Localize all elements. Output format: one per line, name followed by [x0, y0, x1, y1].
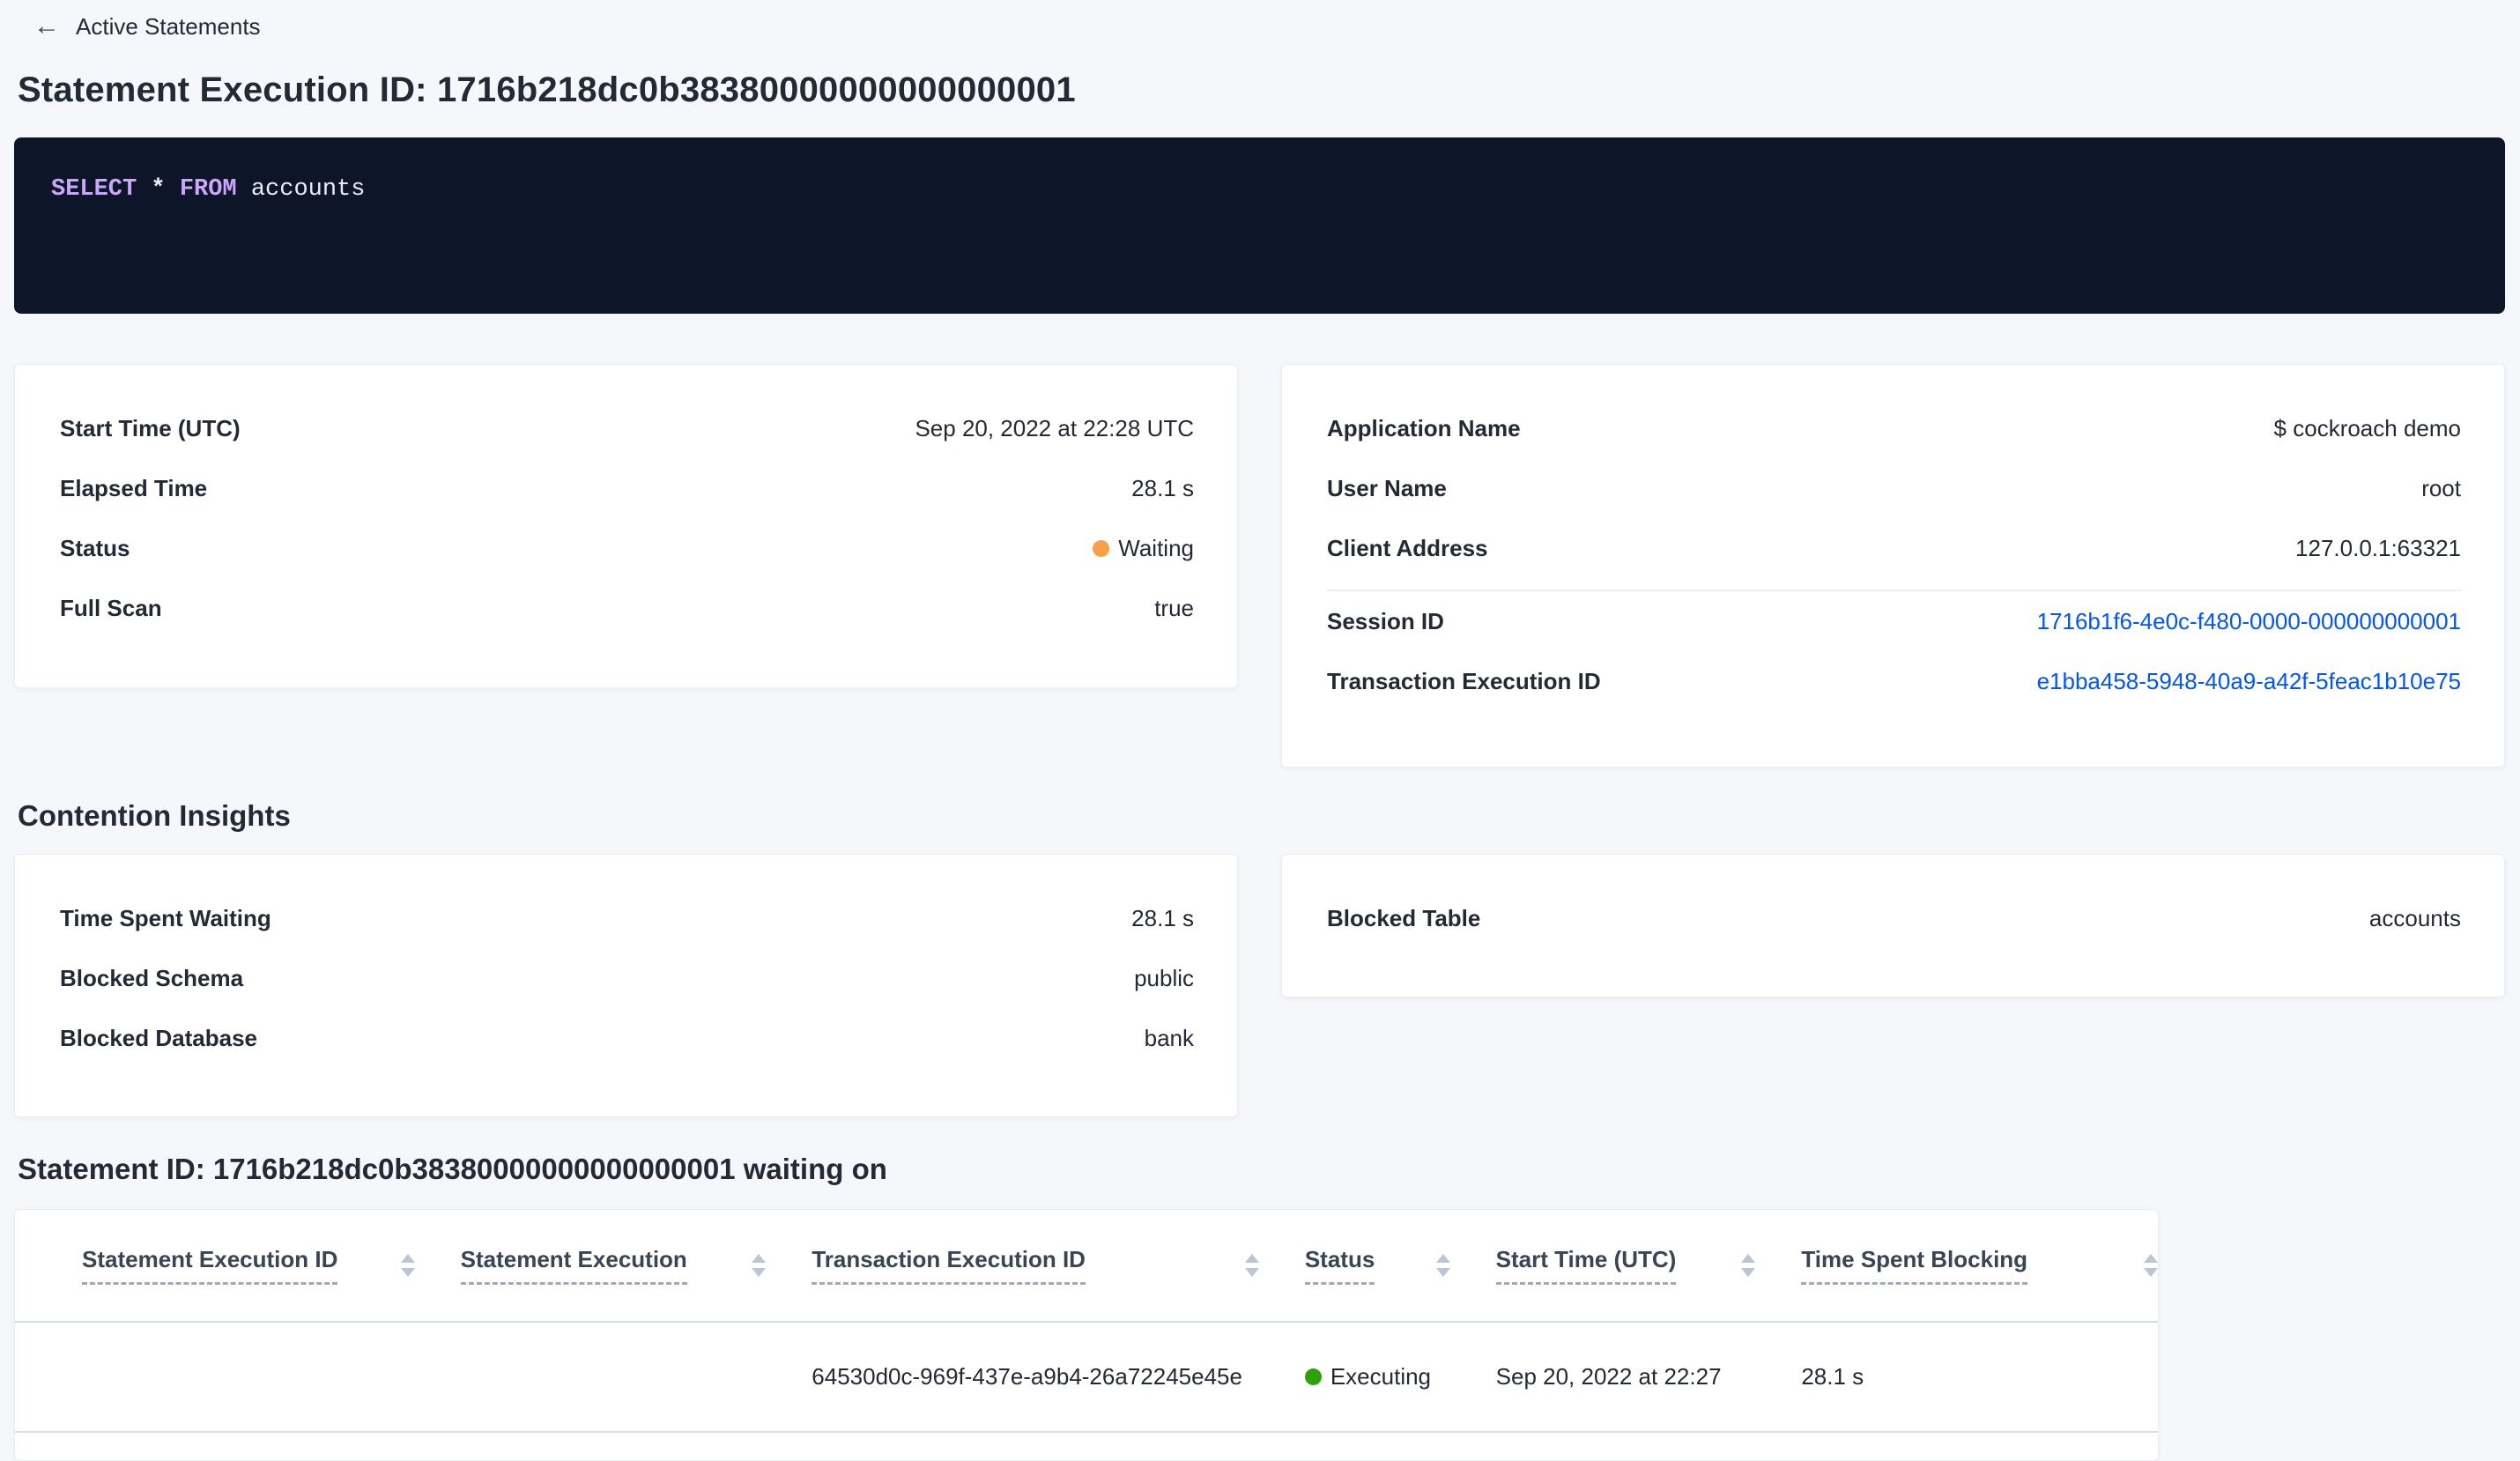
start-time-row: Start Time (UTC) Sep 20, 2022 at 22:28 U…	[60, 398, 1194, 458]
elapsed-time-row: Elapsed Time 28.1 s	[60, 458, 1194, 518]
column-header-statement-execution-id[interactable]: Statement Execution ID	[82, 1246, 461, 1285]
transaction-execution-id-link[interactable]: e1bba458-5948-40a9-a42f-5feac1b10e75	[2037, 668, 2461, 695]
time-spent-waiting-label: Time Spent Waiting	[60, 904, 271, 931]
page-title: Statement Execution ID: 1716b218dc0b3838…	[18, 70, 1076, 109]
cell-time-spent-blocking: 28.1 s	[1801, 1363, 1864, 1390]
overview-cards-row: Start Time (UTC) Sep 20, 2022 at 22:28 U…	[14, 364, 2505, 768]
start-time-label: Start Time (UTC)	[60, 414, 241, 441]
sql-statement: SELECT * FROM accounts	[51, 176, 2468, 203]
table-row: 64530d0c-969f-437e-a9b4-26a72245e45e Exe…	[15, 1323, 2158, 1433]
user-name-label: User Name	[1327, 474, 1447, 501]
status-row: Status Waiting	[60, 518, 1194, 578]
client-address-row: Client Address 127.0.0.1:63321	[1327, 518, 2461, 578]
sql-star: *	[151, 176, 166, 203]
column-header-start-time[interactable]: Start Time (UTC)	[1495, 1246, 1802, 1285]
sql-keyword: SELECT	[51, 176, 137, 203]
full-scan-value: true	[1154, 594, 1194, 621]
full-scan-label: Full Scan	[60, 594, 162, 621]
blocked-schema-value: public	[1134, 964, 1194, 991]
sort-arrows-icon[interactable]	[1741, 1254, 1756, 1277]
sort-arrows-icon[interactable]	[400, 1254, 415, 1277]
waiting-on-heading: Statement ID: 1716b218dc0b38380000000000…	[18, 1153, 887, 1185]
status-label: Status	[60, 534, 130, 561]
waiting-on-table: Statement Execution ID Statement Executi…	[14, 1209, 2159, 1461]
column-header-transaction-execution-id[interactable]: Transaction Execution ID	[812, 1246, 1305, 1285]
arrow-left-icon: ←	[33, 11, 60, 41]
sql-table-name: accounts	[250, 176, 366, 203]
blocked-database-label: Blocked Database	[60, 1024, 257, 1051]
blocked-database-row: Blocked Database bank	[60, 1008, 1194, 1068]
blocked-table-label: Blocked Table	[1327, 904, 1481, 931]
contention-details-card: Time Spent Waiting 28.1 s Blocked Schema…	[14, 854, 1238, 1117]
executing-status-dot-icon	[1304, 1368, 1322, 1385]
back-link[interactable]: ← Active Statements	[33, 9, 2505, 44]
elapsed-time-label: Elapsed Time	[60, 474, 208, 501]
elapsed-time-value: 28.1 s	[1131, 474, 1194, 501]
execution-details-card: Start Time (UTC) Sep 20, 2022 at 22:28 U…	[14, 364, 1238, 688]
contention-insights-heading: Contention Insights	[18, 799, 291, 832]
client-address-value: 127.0.0.1:63321	[2295, 534, 2461, 561]
time-spent-waiting-value: 28.1 s	[1131, 904, 1194, 931]
blocked-table-value: accounts	[2368, 904, 2461, 931]
application-name-value: $ cockroach demo	[2273, 414, 2461, 441]
column-header-status[interactable]: Status	[1304, 1246, 1496, 1285]
status-value: Waiting	[1093, 535, 1194, 562]
user-name-row: User Name root	[1327, 458, 2461, 518]
cell-status: Executing	[1304, 1363, 1496, 1391]
session-id-row: Session ID 1716b1f6-4e0c-f480-0000-00000…	[1327, 591, 2461, 651]
column-header-statement-execution[interactable]: Statement Execution	[460, 1246, 812, 1285]
statement-execution-page: ← Active Statements Statement Execution …	[0, 0, 2520, 1461]
blocked-table-row: Blocked Table accounts	[1327, 888, 2461, 948]
time-spent-waiting-row: Time Spent Waiting 28.1 s	[60, 888, 1194, 948]
status-text: Waiting	[1118, 534, 1194, 561]
application-name-row: Application Name $ cockroach demo	[1327, 398, 2461, 458]
start-time-value: Sep 20, 2022 at 22:28 UTC	[915, 414, 1194, 441]
session-id-link[interactable]: 1716b1f6-4e0c-f480-0000-000000000001	[2037, 608, 2461, 635]
sort-arrows-icon[interactable]	[752, 1254, 767, 1277]
cell-status-text: Executing	[1330, 1363, 1432, 1390]
sort-arrows-icon[interactable]	[2144, 1254, 2158, 1277]
waiting-status-dot-icon	[1093, 539, 1110, 557]
transaction-execution-id-row: Transaction Execution ID e1bba458-5948-4…	[1327, 651, 2461, 711]
contention-cards-row: Time Spent Waiting 28.1 s Blocked Schema…	[14, 854, 2505, 1117]
cell-start-time: Sep 20, 2022 at 22:27	[1495, 1363, 1722, 1390]
client-address-label: Client Address	[1327, 534, 1488, 561]
cell-transaction-execution-id: 64530d0c-969f-437e-a9b4-26a72245e45e	[812, 1363, 1242, 1390]
back-link-label[interactable]: Active Statements	[76, 13, 261, 41]
sql-statement-box: SELECT * FROM accounts	[14, 137, 2505, 314]
blocked-schema-label: Blocked Schema	[60, 964, 244, 991]
full-scan-row: Full Scan true	[60, 578, 1194, 638]
sort-arrows-icon[interactable]	[1244, 1254, 1259, 1277]
blocked-table-card: Blocked Table accounts	[1281, 854, 2505, 997]
waiting-on-table-header: Statement Execution ID Statement Executi…	[15, 1210, 2158, 1323]
column-header-time-spent-blocking[interactable]: Time Spent Blocking	[1801, 1246, 2158, 1285]
sql-keyword: FROM	[179, 176, 237, 203]
blocked-schema-row: Blocked Schema public	[60, 948, 1194, 1008]
sort-arrows-icon[interactable]	[1435, 1254, 1450, 1277]
transaction-execution-id-label: Transaction Execution ID	[1327, 667, 1601, 694]
application-name-label: Application Name	[1327, 414, 1521, 441]
session-details-card: Application Name $ cockroach demo User N…	[1281, 364, 2505, 768]
session-id-label: Session ID	[1327, 607, 1444, 634]
user-name-value: root	[2421, 474, 2461, 501]
blocked-database-value: bank	[1144, 1024, 1194, 1051]
